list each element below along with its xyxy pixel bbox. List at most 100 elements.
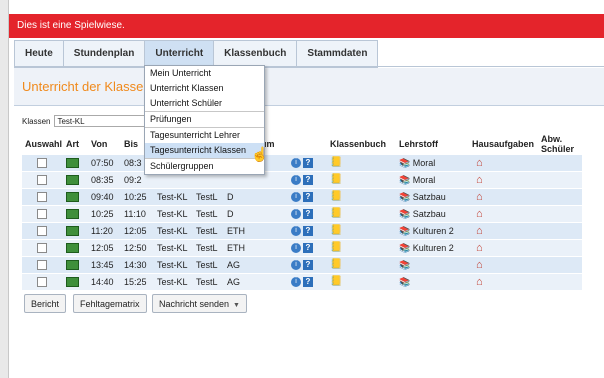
lehrstoff-icon[interactable]: 📚 <box>399 158 410 168</box>
tab-stammdaten[interactable]: Stammdaten <box>296 41 379 67</box>
help-icon[interactable]: ? <box>303 260 313 271</box>
table-row: 13:45 14:30 Test-KL TestL AG i? 📒 📚 ⌂ <box>22 256 582 274</box>
klassenbuch-icon[interactable]: 📒 <box>330 277 342 287</box>
info-icon[interactable]: i <box>291 158 301 169</box>
menu-item-tagesunterricht-lehrer[interactable]: Tagesunterricht Lehrer <box>145 127 264 143</box>
klassenbuch-icon[interactable]: 📒 <box>330 243 342 253</box>
bis-cell: 12:50 <box>121 239 154 257</box>
help-icon[interactable]: ? <box>303 175 313 186</box>
info-icon[interactable]: i <box>291 209 301 220</box>
homework-house-icon[interactable]: ⌂ <box>476 175 483 186</box>
lehrstoff-icon[interactable]: 📚 <box>399 175 410 185</box>
select-checkbox[interactable] <box>37 209 47 220</box>
homework-house-icon[interactable]: ⌂ <box>476 192 483 203</box>
nachricht-senden-button[interactable]: Nachricht senden ▼ <box>152 294 247 313</box>
lehrstoff-text: Satzbau <box>412 208 446 219</box>
menu-item-schuelergruppen[interactable]: Schülergruppen <box>145 158 264 174</box>
auswahl-cell <box>22 273 63 290</box>
menu-item-unterricht-klassen[interactable]: Unterricht Klassen <box>145 81 264 96</box>
lehrstoff-icon[interactable]: 📚 <box>399 192 410 202</box>
klassen-label: Klassen <box>22 116 51 126</box>
select-checkbox[interactable] <box>37 158 47 169</box>
help-icon[interactable]: ? <box>303 209 313 220</box>
klassenbuch-cell: 📒 <box>327 256 396 274</box>
table-row: 10:25 11:10 Test-KL TestL Di? 📒 📚 Satzbau ⌂ <box>22 205 582 223</box>
lehrstoff-icon[interactable]: 📚 <box>399 209 410 219</box>
lesson-type-icon <box>66 260 79 271</box>
klassenbuch-icon[interactable]: 📒 <box>330 192 342 202</box>
klassenbuch-icon[interactable]: 📒 <box>330 260 342 270</box>
menu-item-unterricht-schueler[interactable]: Unterricht Schüler <box>145 96 264 111</box>
lehrstoff-text: Kulturen 2 <box>412 242 454 253</box>
lehrstoff-icon[interactable]: 📚 <box>399 277 410 287</box>
tab-unterricht[interactable]: Unterricht <box>144 41 214 67</box>
info-icon[interactable]: i <box>291 277 301 288</box>
help-icon[interactable]: ? <box>303 277 313 288</box>
left-edge <box>0 0 9 378</box>
tab-heute[interactable]: Heute <box>14 41 63 67</box>
col-lehrstoff: Lehrstoff <box>399 139 438 149</box>
abw-schueler-cell <box>538 222 582 240</box>
homework-house-icon[interactable]: ⌂ <box>476 209 483 220</box>
klassenbuch-cell: 📒 <box>327 239 396 257</box>
raum-cell <box>253 205 288 223</box>
homework-house-icon[interactable]: ⌂ <box>476 158 483 169</box>
help-icon[interactable]: ? <box>303 226 313 237</box>
lehrstoff-icon[interactable]: 📚 <box>399 226 410 236</box>
abw-schueler-cell <box>538 171 582 189</box>
menu-item-pruefungen[interactable]: Prüfungen <box>145 111 264 127</box>
abw-schueler-cell <box>538 154 582 172</box>
klasse-cell: Test-KL <box>154 273 193 290</box>
table-row: 12:05 12:50 Test-KL TestL ETH i? 📒 📚 Kulturen 2… <box>22 239 582 257</box>
homework-house-icon[interactable]: ⌂ <box>476 243 483 254</box>
menu-item-tagesunterricht-klassen[interactable]: Tagesunterricht Klassen <box>145 143 264 158</box>
lehrstoff-icon[interactable]: 📚 <box>399 243 410 253</box>
klassenbuch-icon[interactable]: 📒 <box>330 175 342 185</box>
homework-house-icon[interactable]: ⌂ <box>476 226 483 237</box>
table-row: 11:20 12:05 Test-KL TestL ETH i? 📒 📚 Kulturen 2… <box>22 222 582 240</box>
help-icon[interactable]: ? <box>303 243 313 254</box>
klassenbuch-cell: 📒 <box>327 171 396 189</box>
lesson-type-icon <box>66 277 79 288</box>
help-icon[interactable]: ? <box>303 192 313 203</box>
select-checkbox[interactable] <box>37 192 47 203</box>
info-icon[interactable]: i <box>291 260 301 271</box>
klasse-cell: Test-KL <box>154 205 193 223</box>
auswahl-cell <box>22 171 63 189</box>
col-abw-schueler: Abw. Schüler <box>541 134 575 154</box>
tab-stundenplan[interactable]: Stundenplan <box>62 41 145 67</box>
lehrer-cell: TestL <box>193 239 224 257</box>
fach-cell: AG <box>224 273 253 290</box>
auswahl-cell <box>22 205 63 223</box>
fach-cell: ETH <box>224 222 253 240</box>
select-checkbox[interactable] <box>37 175 47 186</box>
fehltagematrix-button[interactable]: Fehltagematrix <box>73 294 147 313</box>
select-checkbox[interactable] <box>37 243 47 254</box>
help-icon[interactable]: ? <box>303 158 313 169</box>
lesson-type-icon <box>66 209 79 220</box>
klassenbuch-icon[interactable]: 📒 <box>330 226 342 236</box>
homework-house-icon[interactable]: ⌂ <box>476 277 483 288</box>
bericht-button[interactable]: Bericht <box>24 294 67 313</box>
select-checkbox[interactable] <box>37 277 47 288</box>
info-icon[interactable]: i <box>291 175 301 186</box>
klassenbuch-icon[interactable]: 📒 <box>330 158 342 168</box>
tab-klassenbuch[interactable]: Klassenbuch <box>213 41 296 67</box>
fach-cell: D <box>224 188 253 206</box>
lehrstoff-icon[interactable]: 📚 <box>399 260 410 270</box>
raum-cell <box>253 273 288 290</box>
select-checkbox[interactable] <box>37 226 47 237</box>
homework-house-icon[interactable]: ⌂ <box>476 260 483 271</box>
hausaufgaben-cell: ⌂ <box>469 205 538 223</box>
info-icon[interactable]: i <box>291 226 301 237</box>
bis-cell: 11:10 <box>121 205 154 223</box>
klassenbuch-icon[interactable]: 📒 <box>330 209 342 219</box>
menu-item-mein-unterricht[interactable]: Mein Unterricht <box>145 66 264 81</box>
bis-cell: 14:30 <box>121 256 154 274</box>
info-icon[interactable]: i <box>291 243 301 254</box>
main-navigation: Heute Stundenplan Unterricht Klassenbuch… <box>14 40 379 68</box>
lehrstoff-cell: 📚 Satzbau <box>396 205 469 223</box>
lehrer-cell: TestL <box>193 273 224 290</box>
info-icon[interactable]: i <box>291 192 301 203</box>
select-checkbox[interactable] <box>37 260 47 271</box>
